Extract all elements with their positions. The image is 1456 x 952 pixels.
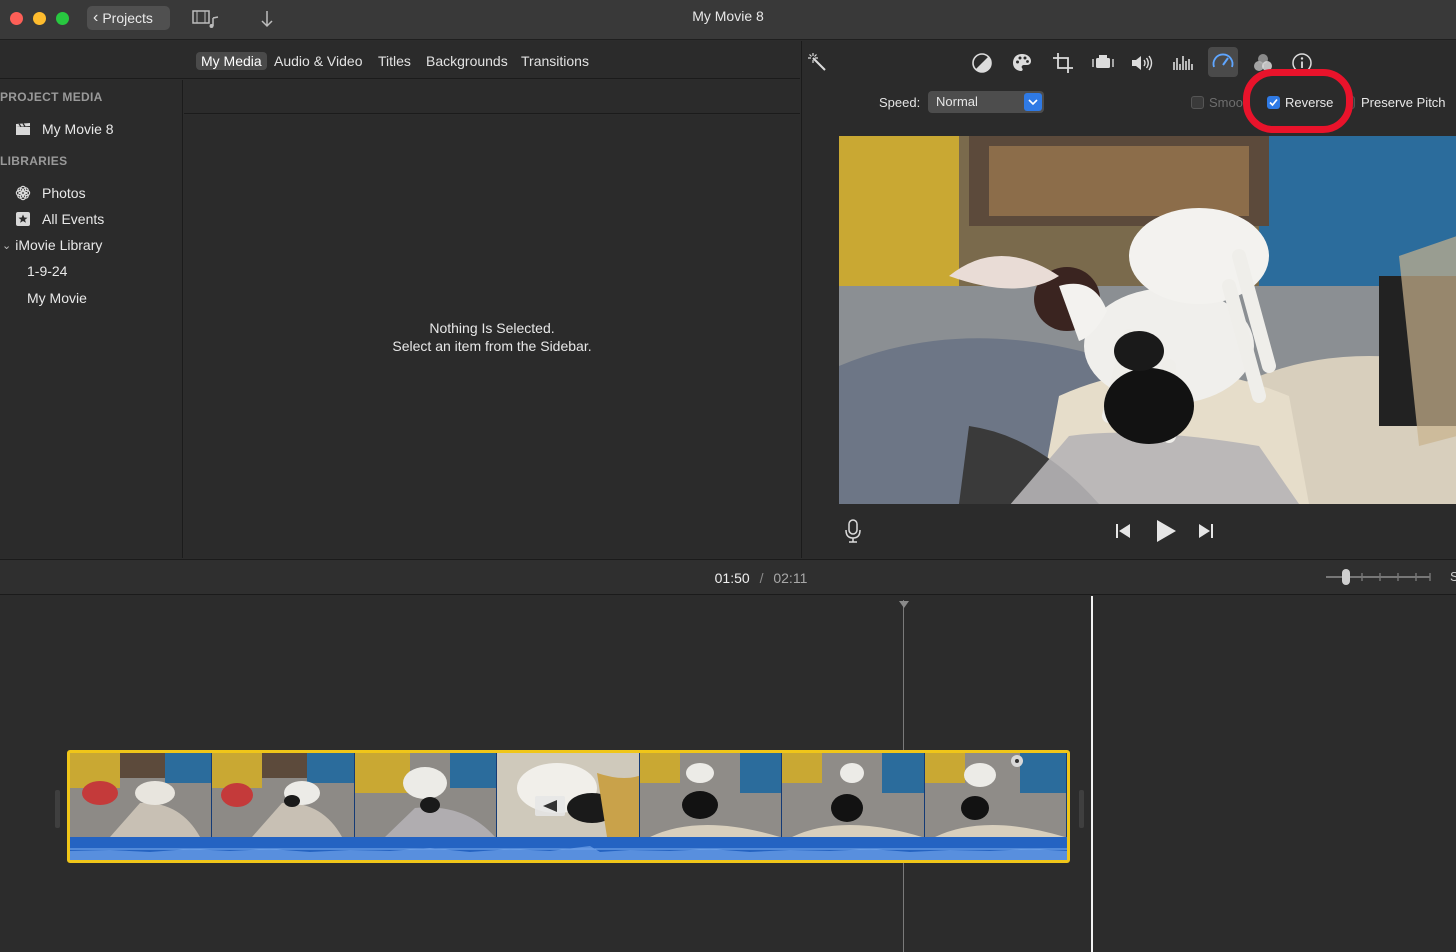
clip-thumbnails bbox=[70, 753, 1067, 837]
sidebar-item-label: My Movie bbox=[27, 290, 87, 306]
stabilization-camera-icon[interactable] bbox=[1091, 51, 1115, 75]
speed-select[interactable]: Normal bbox=[928, 91, 1044, 113]
annotation-highlight-ring bbox=[1243, 69, 1353, 133]
video-preview[interactable] bbox=[839, 136, 1456, 504]
total-time: 02:11 bbox=[773, 570, 808, 586]
sidebar-item-project[interactable]: My Movie 8 bbox=[14, 121, 114, 137]
photos-flower-icon bbox=[14, 185, 32, 201]
tab-backgrounds[interactable]: Backgrounds bbox=[421, 52, 513, 70]
timecode-display: 01:50 / 02:11 bbox=[0, 570, 1456, 586]
sidebar-item-event[interactable]: My Movie bbox=[27, 290, 87, 306]
clip-thumbnail bbox=[70, 753, 213, 837]
playhead-marker[interactable] bbox=[899, 596, 909, 614]
timeline-toolbar: 01:50 / 02:11 S bbox=[0, 559, 1456, 595]
viewer-panel: Speed: Normal Smoo Reverse Preserve Pitc… bbox=[801, 41, 1456, 558]
magic-wand-icon[interactable] bbox=[806, 51, 830, 75]
sidebar-item-label: All Events bbox=[42, 211, 105, 227]
microphone-icon[interactable] bbox=[844, 519, 862, 548]
empty-state-message: Nothing Is Selected. Select an item from… bbox=[184, 319, 800, 355]
tab-transitions[interactable]: Transitions bbox=[516, 52, 594, 70]
clip-thumbnail bbox=[354, 753, 498, 837]
audio-waveform bbox=[70, 837, 1067, 860]
chevron-down-icon bbox=[1024, 93, 1042, 111]
empty-state-title: Nothing Is Selected. bbox=[429, 320, 555, 336]
clapper-icon bbox=[14, 121, 32, 137]
color-palette-icon[interactable] bbox=[1010, 51, 1034, 75]
time-separator: / bbox=[759, 570, 764, 586]
equalizer-icon[interactable] bbox=[1171, 51, 1195, 75]
timeline[interactable] bbox=[0, 596, 1456, 952]
sidebar-item-label: iMovie Library bbox=[15, 237, 103, 253]
speed-select-value: Normal bbox=[936, 94, 978, 109]
sidebar-item-label: 1-9-24 bbox=[27, 263, 68, 279]
sidebar-item-label: My Movie 8 bbox=[42, 121, 114, 137]
media-browser-header bbox=[184, 80, 800, 114]
video-clip[interactable] bbox=[67, 750, 1070, 863]
tab-my-media[interactable]: My Media bbox=[196, 52, 267, 70]
clip-thumbnail bbox=[782, 753, 925, 837]
clip-thumbnail bbox=[639, 753, 783, 837]
clip-thumbnail bbox=[212, 753, 355, 837]
speed-label: Speed: bbox=[879, 95, 921, 110]
disclosure-chevron-down-icon[interactable]: ⌄ bbox=[2, 239, 11, 252]
current-time: 01:50 bbox=[714, 570, 750, 586]
tab-audio-video[interactable]: Audio & Video bbox=[269, 52, 367, 70]
clip-right-handle[interactable] bbox=[1079, 790, 1084, 828]
project-media-heading: PROJECT MEDIA bbox=[0, 90, 103, 104]
window-title: My Movie 8 bbox=[692, 8, 764, 24]
sidebar-item-all-events[interactable]: All Events bbox=[14, 211, 104, 227]
smooth-checkbox[interactable] bbox=[1191, 96, 1204, 109]
sidebar-item-imovie-library[interactable]: ⌄ iMovie Library bbox=[2, 237, 102, 253]
sidebar-item-label: Photos bbox=[42, 185, 86, 201]
clip-left-handle[interactable] bbox=[55, 790, 60, 828]
clip-thumbnail bbox=[924, 753, 1067, 837]
smooth-label: Smoo bbox=[1209, 95, 1243, 110]
sidebar-item-photos[interactable]: Photos bbox=[14, 185, 86, 201]
color-balance-icon[interactable] bbox=[970, 51, 994, 75]
volume-icon[interactable] bbox=[1130, 51, 1154, 75]
clip-thumbnail bbox=[497, 753, 640, 837]
star-box-icon bbox=[14, 211, 32, 227]
preserve-pitch-label: Preserve Pitch bbox=[1361, 95, 1446, 110]
skimmer-line bbox=[1091, 596, 1093, 952]
zoom-slider[interactable] bbox=[1324, 568, 1434, 586]
libraries-heading: LIBRARIES bbox=[0, 154, 68, 168]
crop-icon[interactable] bbox=[1051, 51, 1075, 75]
sidebar-item-event[interactable]: 1-9-24 bbox=[27, 263, 67, 279]
media-browser: Nothing Is Selected. Select an item from… bbox=[184, 115, 800, 558]
skip-back-icon[interactable] bbox=[1114, 522, 1132, 545]
empty-state-hint: Select an item from the Sidebar. bbox=[392, 338, 592, 354]
speed-icon[interactable] bbox=[1208, 47, 1238, 77]
sidebar: PROJECT MEDIA My Movie 8 LIBRARIES Photo… bbox=[0, 80, 183, 558]
settings-truncated-label[interactable]: S bbox=[1450, 569, 1456, 584]
browser-tabs: My Media Audio & Video Titles Background… bbox=[0, 41, 800, 79]
title-bar: ‹ Projects My Movie 8 bbox=[0, 0, 1456, 40]
tab-titles[interactable]: Titles bbox=[373, 52, 416, 70]
play-icon[interactable] bbox=[1154, 518, 1178, 549]
skip-forward-icon[interactable] bbox=[1197, 522, 1215, 545]
